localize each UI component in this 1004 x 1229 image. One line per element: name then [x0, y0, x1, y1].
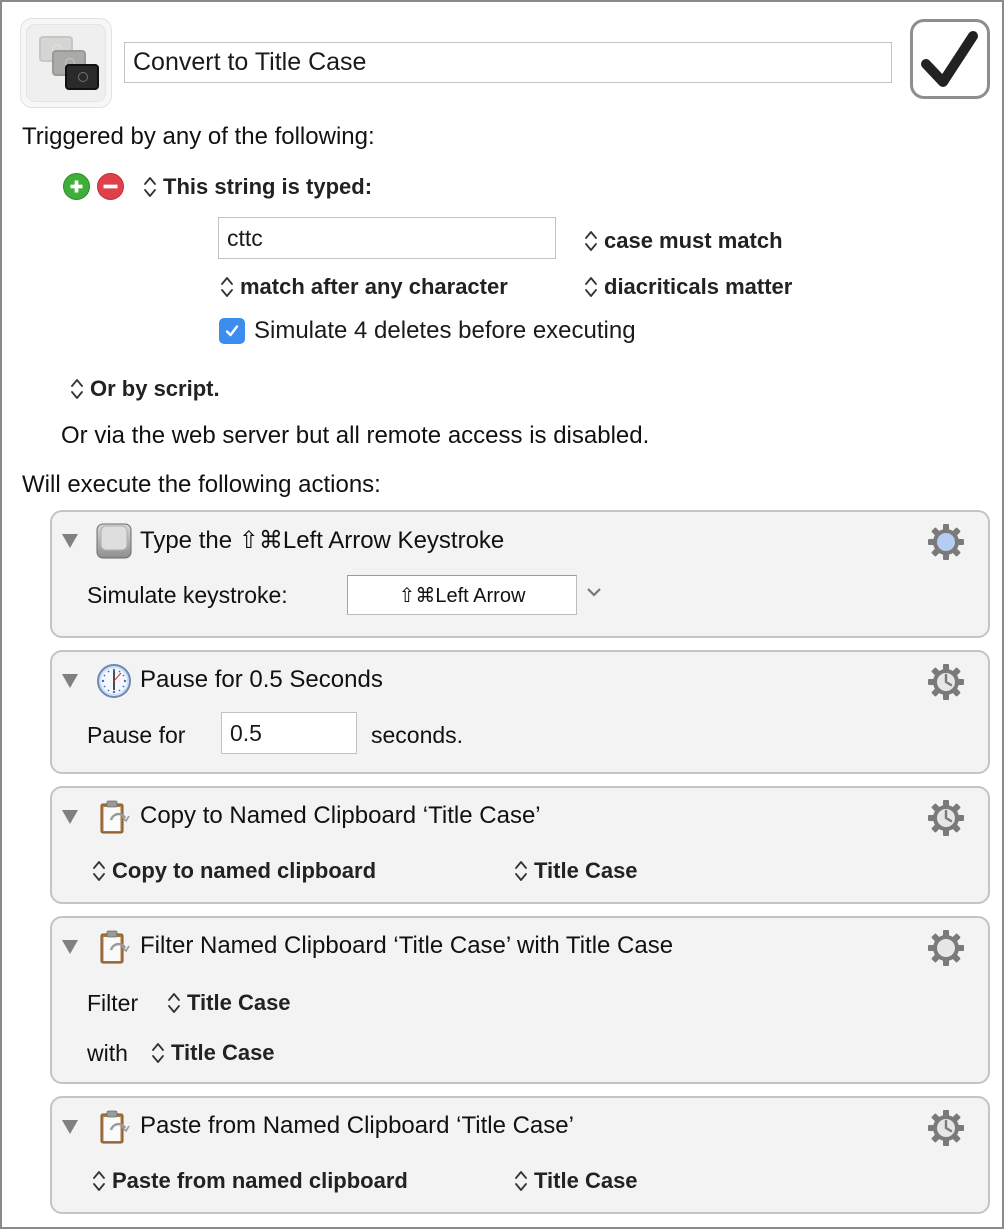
remove-trigger-button[interactable] — [97, 173, 124, 200]
up-down-arrows-icon — [151, 1040, 165, 1066]
chevron-down-icon[interactable] — [586, 586, 602, 598]
action-title: Type the ⇧⌘Left Arrow Keystroke — [140, 527, 505, 554]
clipboard-icon — [96, 799, 132, 835]
pause-for-label: Pause for — [87, 722, 186, 748]
match-option-popup[interactable]: match after any character — [220, 274, 508, 300]
up-down-arrows-icon — [70, 376, 84, 402]
macro-enabled-checkbox[interactable] — [910, 19, 990, 99]
macro-icon-well[interactable] — [20, 18, 112, 108]
pause-seconds-field[interactable] — [221, 712, 357, 754]
clipboard-name-popup[interactable]: Title Case — [514, 858, 638, 884]
add-trigger-button[interactable] — [63, 173, 90, 200]
case-option-label: case must match — [604, 228, 783, 253]
up-down-arrows-icon — [143, 174, 157, 200]
up-down-arrows-icon — [514, 858, 528, 884]
case-option-popup[interactable]: case must match — [584, 228, 783, 254]
gear-clock-icon[interactable] — [926, 1108, 966, 1148]
script-trigger-label: Or by script. — [90, 376, 220, 401]
web-server-note: Or via the web server but all remote acc… — [61, 422, 650, 449]
action-title: Copy to Named Clipboard ‘Title Case’ — [140, 802, 541, 829]
checkmark-icon — [225, 325, 239, 337]
clipboard-name-label: Title Case — [534, 858, 638, 883]
up-down-arrows-icon — [92, 858, 106, 884]
simulate-deletes-label: Simulate 4 deletes before executing — [254, 317, 636, 344]
copy-operation-label: Copy to named clipboard — [112, 858, 377, 883]
simulate-deletes-checkbox[interactable] — [219, 318, 245, 344]
typed-string-field[interactable] — [218, 217, 556, 259]
simulate-keystroke-label: Simulate keystroke: — [87, 582, 288, 608]
up-down-arrows-icon — [514, 1168, 528, 1194]
action-title: Filter Named Clipboard ‘Title Case’ with… — [140, 932, 674, 959]
filter-type-popup[interactable]: Title Case — [151, 1040, 275, 1066]
filter-clipboard-label: Title Case — [187, 990, 291, 1015]
filter-label: Filter — [87, 990, 139, 1016]
disclosure-triangle-icon[interactable] — [62, 534, 78, 548]
with-label: with — [87, 1040, 128, 1066]
disclosure-triangle-icon[interactable] — [62, 674, 78, 688]
gear-icon[interactable] — [926, 928, 966, 968]
up-down-arrows-icon — [584, 228, 598, 254]
copy-operation-popup[interactable]: Copy to named clipboard — [92, 858, 376, 884]
keystroke-field[interactable]: ⇧⌘Left Arrow — [347, 575, 577, 615]
clipboard-name-popup[interactable]: Title Case — [514, 1168, 638, 1194]
disclosure-triangle-icon[interactable] — [62, 940, 78, 954]
screens-stack-icon — [26, 24, 106, 102]
filter-clipboard-popup[interactable]: Title Case — [167, 990, 291, 1016]
checkmark-icon — [921, 31, 978, 87]
trigger-type-popup[interactable]: This string is typed: — [143, 174, 372, 200]
paste-operation-label: Paste from named clipboard — [112, 1168, 408, 1193]
action-copy-to-named-clipboard[interactable]: Copy to Named Clipboard ‘Title Case’ Cop… — [50, 786, 990, 904]
clock-icon — [97, 664, 131, 698]
up-down-arrows-icon — [584, 274, 598, 300]
actions-heading: Will execute the following actions: — [22, 471, 381, 498]
match-option-label: match after any character — [240, 274, 508, 299]
macro-name-field[interactable] — [124, 42, 892, 83]
filter-type-label: Title Case — [171, 1040, 275, 1065]
script-trigger-popup[interactable]: Or by script. — [70, 376, 220, 402]
gear-clock-icon[interactable] — [926, 662, 966, 702]
clipboard-name-label: Title Case — [534, 1168, 638, 1193]
macro-editor: Triggered by any of the following: This … — [0, 0, 1004, 1229]
action-title: Paste from Named Clipboard ‘Title Case’ — [140, 1112, 574, 1139]
action-pause[interactable]: Pause for 0.5 Seconds Pause for seconds. — [50, 650, 990, 774]
disclosure-triangle-icon[interactable] — [62, 810, 78, 824]
gear-clock-icon[interactable] — [926, 798, 966, 838]
plus-circle-icon — [70, 180, 83, 193]
clipboard-icon — [96, 1109, 132, 1145]
action-type-keystroke[interactable]: Type the ⇧⌘Left Arrow Keystroke Simulate… — [50, 510, 990, 638]
up-down-arrows-icon — [167, 990, 181, 1016]
gear-icon[interactable] — [926, 522, 966, 562]
simulate-deletes-row: Simulate 4 deletes before executing — [219, 317, 636, 345]
action-filter-named-clipboard[interactable]: Filter Named Clipboard ‘Title Case’ with… — [50, 916, 990, 1084]
seconds-label: seconds. — [371, 722, 464, 748]
minus-circle-icon — [103, 184, 118, 189]
diacriticals-option-popup[interactable]: diacriticals matter — [584, 274, 792, 300]
action-paste-from-named-clipboard[interactable]: Paste from Named Clipboard ‘Title Case’ … — [50, 1096, 990, 1214]
up-down-arrows-icon — [220, 274, 234, 300]
keycap-icon — [96, 523, 132, 559]
paste-operation-popup[interactable]: Paste from named clipboard — [92, 1168, 408, 1194]
triggers-heading: Triggered by any of the following: — [22, 123, 375, 150]
clipboard-icon — [96, 929, 132, 965]
diacriticals-option-label: diacriticals matter — [604, 274, 793, 299]
trigger-type-label: This string is typed: — [163, 174, 373, 199]
disclosure-triangle-icon[interactable] — [62, 1120, 78, 1134]
up-down-arrows-icon — [92, 1168, 106, 1194]
action-title: Pause for 0.5 Seconds — [140, 666, 383, 693]
